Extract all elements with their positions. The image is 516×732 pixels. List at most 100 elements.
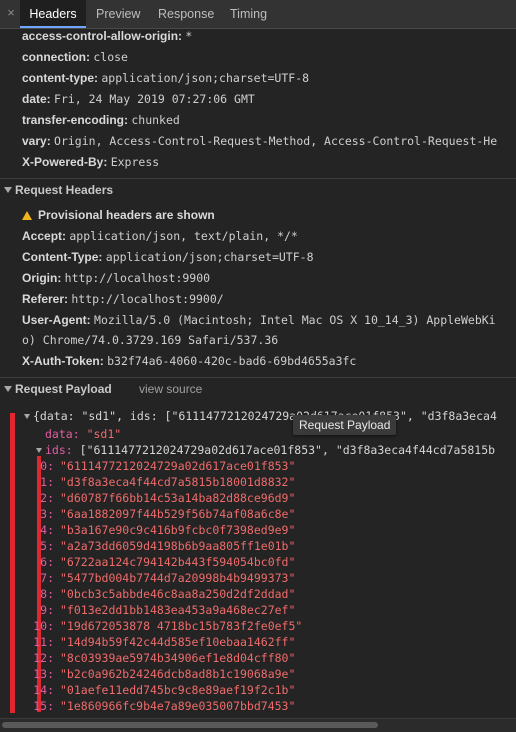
horizontal-scrollbar[interactable] xyxy=(0,718,516,732)
array-index: 9: xyxy=(40,603,54,617)
header-name: access-control-allow-origin: xyxy=(22,29,183,43)
array-value: "d60787f66bb14c53a14ba82d88ce96d9" xyxy=(60,491,296,505)
header-name: date: xyxy=(22,92,51,106)
view-source-link[interactable]: view source xyxy=(139,378,202,400)
header-row: User-Agent: Mozilla/5.0 (Macintosh; Inte… xyxy=(22,311,516,329)
array-index: 12: xyxy=(33,651,54,665)
list-item[interactable]: 2: "d60787f66bb14c53a14ba82d88ce96d9" xyxy=(28,490,295,506)
array-index: 3: xyxy=(40,507,54,521)
property-key: ids: xyxy=(45,443,73,457)
list-item[interactable]: 5: "a2a73dd6059d4198b6b9aa805ff1e01b" xyxy=(28,538,295,554)
header-name: X-Powered-By: xyxy=(22,155,108,169)
header-value: Mozilla/5.0 (Macintosh; Intel Mac OS X 1… xyxy=(94,313,496,327)
header-value: Origin, Access-Control-Request-Method, A… xyxy=(54,134,498,148)
header-row: content-type: application/json;charset=U… xyxy=(22,69,309,87)
payload-ids-row[interactable]: ids: ["6111477212024729a02d617ace01f853"… xyxy=(36,442,516,458)
header-row: connection: close xyxy=(22,48,128,66)
list-item[interactable]: 11: "14d94b59f42c44d585ef10ebaa1462ff" xyxy=(28,634,295,650)
array-value: "d3f8a3eca4f44cd7a5815b18001d8832" xyxy=(60,475,296,489)
header-row: X-Powered-By: Express xyxy=(22,153,159,171)
array-value: "f013e2dd1bb1483ea453a9a468ec27ef" xyxy=(60,603,296,617)
list-item[interactable]: 13: "b2c0a962b24246dcb8ad8b1c19068a9e" xyxy=(28,666,295,682)
list-item[interactable]: 1: "d3f8a3eca4f44cd7a5815b18001d8832" xyxy=(28,474,295,490)
array-value: "b2c0a962b24246dcb8ad8b1c19068a9e" xyxy=(60,667,296,681)
list-item[interactable]: 8: "0bcb3c5abbde46c8aa8a250d2df2ddad" xyxy=(28,586,295,602)
request-headers-section-header[interactable]: Request Headers xyxy=(0,178,516,201)
close-icon[interactable]: × xyxy=(4,6,18,20)
header-value: application/json;charset=UTF-8 xyxy=(105,250,314,264)
array-value: "6aa1882097f44b529f56b74af08a6c8e" xyxy=(60,507,296,521)
array-index: 15: xyxy=(33,699,54,713)
header-row: access-control-allow-origin: * xyxy=(22,27,192,45)
array-index: 8: xyxy=(40,587,54,601)
header-value: * xyxy=(185,29,193,43)
list-item[interactable]: 9: "f013e2dd1bb1483ea453a9a468ec27ef" xyxy=(28,602,295,618)
header-row-continuation: o) Chrome/74.0.3729.169 Safari/537.36 xyxy=(22,331,278,349)
section-title: Request Payload xyxy=(15,382,112,396)
tab-bar: × Headers Preview Response Timing xyxy=(0,0,516,29)
ids-summary: ["6111477212024729a02d617ace01f853", "d3… xyxy=(79,443,496,457)
request-payload-section-header[interactable]: Request Payload view source xyxy=(0,377,516,400)
header-row: Origin: http://localhost:9900 xyxy=(22,269,210,287)
header-row: vary: Origin, Access-Control-Request-Met… xyxy=(22,132,516,150)
expand-triangle-icon xyxy=(36,448,42,453)
list-item[interactable]: 0: "6111477212024729a02d617ace01f853" xyxy=(28,458,295,474)
list-item[interactable]: 15: "1e860966fc9b4e7a89e035007bbd7453" xyxy=(28,698,295,714)
scrollbar-thumb[interactable] xyxy=(2,722,378,728)
payload-data-row[interactable]: data: "sd1" xyxy=(45,426,121,442)
header-name: Content-Type: xyxy=(22,250,103,264)
array-value: "6722aa124c794142b443f594054bc0fd" xyxy=(60,555,296,569)
header-name: User-Agent: xyxy=(22,313,91,327)
expand-triangle-icon xyxy=(24,414,30,419)
tab-response[interactable]: Response xyxy=(158,0,214,28)
tab-preview[interactable]: Preview xyxy=(96,0,140,28)
tab-timing[interactable]: Timing xyxy=(230,0,267,28)
array-index: 7: xyxy=(40,571,54,585)
list-item[interactable]: 3: "6aa1882097f44b529f56b74af08a6c8e" xyxy=(28,506,295,522)
array-value: "1e860966fc9b4e7a89e035007bbd7453" xyxy=(60,699,296,713)
warning-icon xyxy=(22,211,32,220)
header-value: application/json;charset=UTF-8 xyxy=(101,71,310,85)
header-name: connection: xyxy=(22,50,90,64)
array-value: "01aefe11edd745bc9c8e89aef19f2c1b" xyxy=(60,683,296,697)
expand-triangle-icon xyxy=(4,187,12,194)
list-item[interactable]: 7: "5477bd004b7744d7a20998b4b9499373" xyxy=(28,570,295,586)
header-row: X-Auth-Token: b32f74a6-4060-420c-bad6-69… xyxy=(22,352,356,370)
header-row: transfer-encoding: chunked xyxy=(22,111,180,129)
array-value: "b3a167e90c9c416b9fcbc0f7398ed9e9" xyxy=(60,523,296,537)
array-index: 2: xyxy=(40,491,54,505)
warning-text: Provisional headers are shown xyxy=(38,208,215,222)
tab-headers[interactable]: Headers xyxy=(20,0,86,28)
header-row: date: Fri, 24 May 2019 07:27:06 GMT xyxy=(22,90,255,108)
list-item[interactable]: 6: "6722aa124c794142b443f594054bc0fd" xyxy=(28,554,295,570)
payload-summary: {data: "sd1", ids: ["6111477212024729a02… xyxy=(33,409,497,423)
header-name: Referer: xyxy=(22,292,69,306)
header-value: b32f74a6-4060-420c-bad6-69bd4655a3fc xyxy=(107,354,357,368)
header-row: Referer: http://localhost:9900/ xyxy=(22,290,224,308)
array-index: 4: xyxy=(40,523,54,537)
list-item[interactable]: 10: "19d672053878 4718bc15b783f2fe0ef5" xyxy=(28,618,302,634)
expand-triangle-icon xyxy=(4,386,12,393)
header-name: Accept: xyxy=(22,229,67,243)
payload-root[interactable]: {data: "sd1", ids: ["6111477212024729a02… xyxy=(24,408,516,424)
array-index: 13: xyxy=(33,667,54,681)
list-item[interactable]: 14: "01aefe11edd745bc9c8e89aef19f2c1b" xyxy=(28,682,295,698)
array-index: 10: xyxy=(33,619,54,633)
header-row: Content-Type: application/json;charset=U… xyxy=(22,248,314,266)
array-value: "14d94b59f42c44d585ef10ebaa1462ff" xyxy=(60,635,296,649)
header-value: http://localhost:9900/ xyxy=(71,292,224,306)
array-index: 11: xyxy=(33,635,54,649)
header-value: close xyxy=(93,50,128,64)
header-name: vary: xyxy=(22,134,51,148)
header-value: http://localhost:9900 xyxy=(64,271,211,285)
array-index: 6: xyxy=(40,555,54,569)
header-name: Origin: xyxy=(22,271,62,285)
array-index: 14: xyxy=(33,683,54,697)
list-item[interactable]: 12: "8c03939ae5974b34906ef1e8d04cff80" xyxy=(28,650,295,666)
list-item[interactable]: 4: "b3a167e90c9c416b9fcbc0f7398ed9e9" xyxy=(28,522,295,538)
header-row: Accept: application/json, text/plain, */… xyxy=(22,227,298,245)
section-title: Request Headers xyxy=(15,183,114,197)
array-index: 5: xyxy=(40,539,54,553)
array-value: "8c03939ae5974b34906ef1e8d04cff80" xyxy=(60,651,296,665)
array-value: "5477bd004b7744d7a20998b4b9499373" xyxy=(60,571,296,585)
